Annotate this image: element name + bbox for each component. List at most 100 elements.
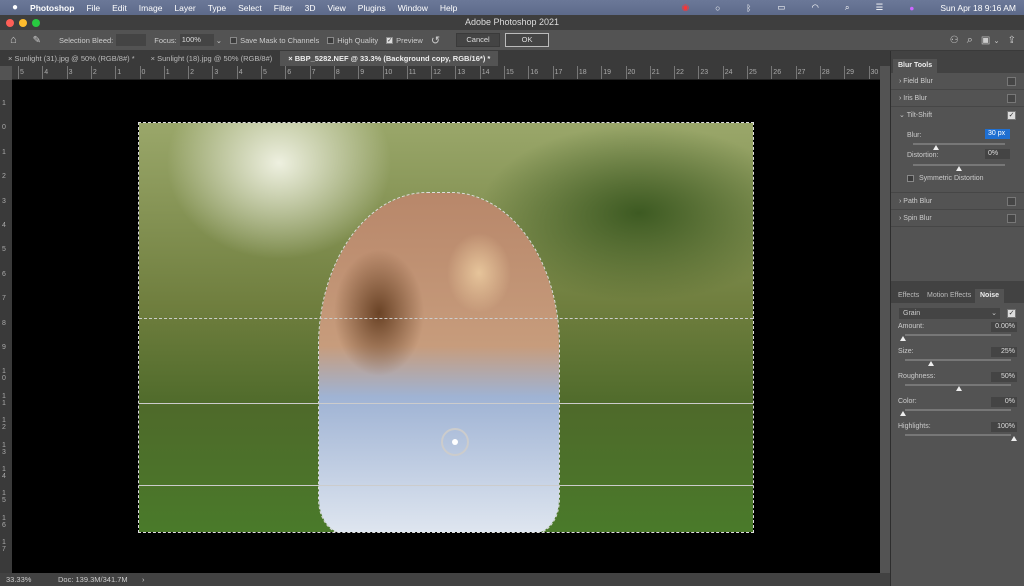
noise-enabled-checkbox[interactable]: ✓ bbox=[1007, 309, 1016, 318]
preview-checkbox[interactable]: ✓ bbox=[386, 36, 394, 44]
blur-pin-center[interactable] bbox=[452, 439, 458, 445]
menu-app[interactable]: Photoshop bbox=[30, 3, 74, 13]
menu-3d[interactable]: 3D bbox=[305, 3, 316, 13]
blur-value-input[interactable]: 30 px bbox=[985, 129, 1010, 139]
photo-image[interactable] bbox=[138, 122, 754, 533]
ruler-tick-label: 8 bbox=[2, 319, 6, 327]
tab-effects[interactable]: Effects bbox=[893, 289, 924, 303]
tilt-shift-focus-line-bottom[interactable] bbox=[139, 485, 753, 486]
menu-edit[interactable]: Edit bbox=[112, 3, 127, 13]
iris-blur-row[interactable]: › Iris Blur bbox=[891, 90, 1024, 107]
status-icon[interactable]: ○ bbox=[715, 3, 720, 13]
menu-plugins[interactable]: Plugins bbox=[358, 3, 386, 13]
menu-layer[interactable]: Layer bbox=[174, 3, 195, 13]
status-menu-arrow[interactable]: › bbox=[142, 575, 145, 584]
iris-blur-checkbox[interactable] bbox=[1007, 94, 1016, 103]
tilt-shift-feather-line[interactable] bbox=[139, 318, 753, 319]
spin-blur-checkbox[interactable] bbox=[1007, 214, 1016, 223]
noise-slider-track[interactable] bbox=[905, 359, 1011, 361]
ruler-tick-label: 22 bbox=[676, 69, 684, 76]
minimize-window-button[interactable] bbox=[19, 19, 27, 27]
reset-icon[interactable]: ↺ bbox=[431, 34, 440, 47]
iris-blur-label: Iris Blur bbox=[903, 95, 928, 102]
noise-slider-thumb[interactable] bbox=[900, 411, 906, 416]
menu-file[interactable]: File bbox=[86, 3, 100, 13]
ruler-tick-label: 1 bbox=[2, 148, 6, 156]
close-window-button[interactable] bbox=[6, 19, 14, 27]
noise-slider-value[interactable]: 0.00% bbox=[991, 322, 1017, 332]
noise-slider-value[interactable]: 100% bbox=[991, 422, 1017, 432]
apple-icon[interactable]: ● bbox=[12, 2, 18, 13]
path-blur-label: Path Blur bbox=[903, 198, 933, 205]
noise-slider-value[interactable]: 0% bbox=[991, 397, 1017, 407]
ok-button[interactable]: OK bbox=[505, 33, 550, 47]
menu-view[interactable]: View bbox=[328, 3, 346, 13]
ruler-tick-label: 23 bbox=[700, 69, 709, 76]
control-center-icon[interactable]: ☰ bbox=[876, 2, 884, 13]
tab-motion-effects[interactable]: Motion Effects bbox=[922, 289, 976, 303]
tilt-shift-focus-line-top[interactable] bbox=[139, 403, 753, 404]
menu-type[interactable]: Type bbox=[208, 3, 226, 13]
tab-blur-tools[interactable]: Blur Tools bbox=[893, 59, 938, 73]
high-quality-checkbox[interactable] bbox=[327, 36, 335, 44]
noise-type-select[interactable]: Grain ⌄ bbox=[899, 308, 1000, 319]
pin-tool-icon[interactable]: ✎ bbox=[33, 35, 41, 46]
tab-sunlight-31[interactable]: × Sunlight (31).jpg @ 50% (RGB/8#) * bbox=[0, 51, 143, 66]
user-search-icon[interactable]: ⚇ bbox=[950, 35, 959, 46]
tab-noise[interactable]: Noise bbox=[975, 289, 1005, 303]
chevron-down-icon[interactable]: ⌄ bbox=[899, 112, 907, 119]
share-icon[interactable]: ⇪ bbox=[1008, 35, 1016, 46]
spin-blur-row[interactable]: › Spin Blur bbox=[891, 210, 1024, 227]
noise-slider-track[interactable] bbox=[905, 409, 1011, 411]
symmetric-distortion-label: Symmetric Distortion bbox=[919, 175, 984, 182]
noise-slider-track[interactable] bbox=[905, 334, 1011, 336]
workspace-icon[interactable]: ▣ bbox=[981, 35, 990, 46]
distortion-slider-thumb[interactable] bbox=[956, 166, 962, 171]
tab-bbp-5282[interactable]: × BBP_5282.NEF @ 33.3% (Background copy,… bbox=[280, 51, 499, 66]
chevron-down-icon[interactable]: ⌄ bbox=[216, 36, 222, 45]
spotlight-search-icon[interactable]: ⌕ bbox=[845, 2, 850, 13]
menu-window[interactable]: Window bbox=[398, 3, 428, 13]
cancel-button[interactable]: Cancel bbox=[456, 33, 501, 47]
vertical-ruler: 101234567891 01 11 21 31 41 51 61 7 bbox=[0, 80, 12, 573]
field-blur-checkbox[interactable] bbox=[1007, 77, 1016, 86]
ruler-tick-label: 7 bbox=[2, 295, 6, 303]
chevron-down-icon[interactable]: ⌄ bbox=[993, 36, 999, 45]
noise-slider-thumb[interactable] bbox=[927, 361, 934, 366]
focus-field[interactable]: 100% bbox=[179, 34, 214, 46]
siri-icon[interactable]: ● bbox=[909, 3, 914, 13]
bluetooth-icon[interactable]: ᛒ bbox=[746, 3, 751, 13]
ruler-tick-label: 2 bbox=[92, 69, 97, 76]
path-blur-checkbox[interactable] bbox=[1007, 197, 1016, 206]
save-mask-checkbox[interactable] bbox=[230, 36, 238, 44]
menu-image[interactable]: Image bbox=[139, 3, 163, 13]
home-icon[interactable]: ⌂ bbox=[10, 34, 17, 46]
zoom-level[interactable]: 33.33% bbox=[6, 575, 31, 584]
noise-slider-value[interactable]: 50% bbox=[991, 372, 1017, 382]
noise-slider-thumb[interactable] bbox=[955, 386, 962, 391]
ruler-tick-label: 5 bbox=[2, 246, 6, 254]
distortion-value-input[interactable]: 0% bbox=[985, 149, 1010, 159]
creative-cloud-icon[interactable]: ◉ bbox=[682, 2, 689, 13]
field-blur-row[interactable]: › Field Blur bbox=[891, 73, 1024, 90]
zoom-window-button[interactable] bbox=[32, 19, 40, 27]
noise-slider-thumb[interactable] bbox=[1011, 436, 1017, 441]
symmetric-distortion-checkbox[interactable] bbox=[907, 175, 914, 182]
menu-select[interactable]: Select bbox=[238, 3, 262, 13]
search-icon[interactable]: ⌕ bbox=[967, 34, 973, 47]
tilt-shift-row[interactable]: ⌄ Tilt-Shift ✓ Blur: 30 px Distortion: 0%… bbox=[891, 107, 1024, 193]
noise-slider-track[interactable] bbox=[905, 434, 1011, 436]
menu-filter[interactable]: Filter bbox=[274, 3, 293, 13]
battery-icon[interactable]: ▭ bbox=[777, 2, 785, 13]
path-blur-row[interactable]: › Path Blur bbox=[891, 193, 1024, 210]
wifi-icon[interactable]: ◠ bbox=[811, 2, 818, 13]
menu-help[interactable]: Help bbox=[440, 3, 457, 13]
tilt-shift-checkbox[interactable]: ✓ bbox=[1007, 111, 1016, 120]
noise-slider-thumb[interactable] bbox=[900, 336, 906, 341]
ruler-tick-label: 7 bbox=[311, 69, 316, 76]
selection-bleed-field[interactable] bbox=[116, 34, 147, 46]
tab-sunlight-18[interactable]: × Sunlight (18).jpg @ 50% (RGB/8#) bbox=[143, 51, 281, 66]
noise-slider-value[interactable]: 25% bbox=[991, 347, 1017, 357]
clock[interactable]: Sun Apr 18 9:16 AM bbox=[940, 3, 1016, 13]
ruler-tick-label: 12 bbox=[433, 69, 441, 76]
